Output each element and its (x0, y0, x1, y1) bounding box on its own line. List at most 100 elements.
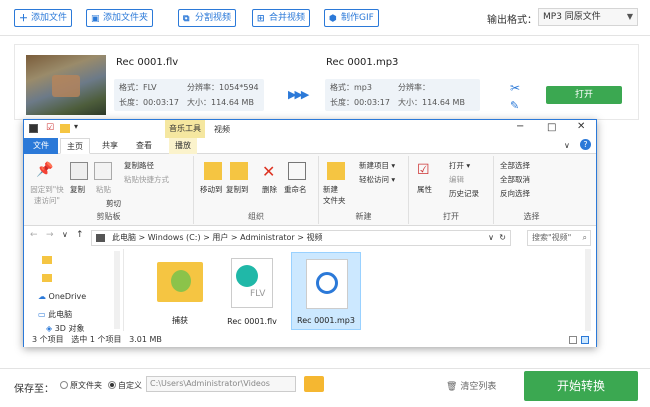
nav-onedrive[interactable]: ☁ OneDrive (38, 292, 86, 301)
target-file-name: Rec 0001.mp3 (326, 57, 399, 68)
open-group-label: 打开 (443, 212, 459, 221)
address-dropdown-icon[interactable]: ∨ (488, 231, 494, 245)
quick-access-dropdown-icon[interactable]: ▾ (74, 122, 78, 131)
output-format-select[interactable]: MP3 同原文件 ▼ (538, 8, 638, 26)
tab-home[interactable]: 主页 (60, 138, 90, 154)
radio-original-folder[interactable]: 原文件夹 (60, 380, 102, 391)
breadcrumb-this-pc[interactable]: 此电脑 (112, 233, 136, 242)
help-icon[interactable]: ? (580, 139, 591, 150)
details-view-icon[interactable] (569, 336, 577, 344)
open-dropdown[interactable]: 打开 ▾ (449, 160, 470, 171)
tab-view[interactable]: 查看 (130, 138, 158, 154)
content-scrollbar[interactable] (585, 249, 591, 331)
make-gif-label: 制作GIF (341, 13, 374, 23)
merge-video-button[interactable]: ⊞ 合并视频 (252, 9, 311, 27)
organize-group-label: 组织 (248, 212, 264, 221)
disc-icon (316, 272, 338, 294)
breadcrumb-videos[interactable]: 视频 (307, 233, 323, 242)
scissors-icon[interactable]: ✂ (510, 81, 524, 95)
clear-list-button[interactable]: 🗑 清空列表 (446, 379, 496, 392)
pin-to-quick-access[interactable]: 固定到"快 速访问" (27, 184, 67, 206)
rename-button[interactable]: 重命名 (284, 184, 307, 195)
nav-scrollbar[interactable] (114, 251, 120, 329)
recent-dropdown-icon[interactable]: ∨ (62, 230, 68, 239)
cut-button[interactable]: 剪切 (106, 198, 121, 209)
close-icon[interactable]: ✕ (577, 121, 585, 132)
new-folder-button[interactable]: 新建 文件夹 (323, 184, 346, 206)
select-group: 全部选择 全部取消 反向选择 选择 (494, 156, 569, 224)
tab-share[interactable]: 共享 (96, 138, 124, 154)
split-icon: ⧉ (183, 14, 190, 24)
start-convert-button[interactable]: 开始转换 (524, 371, 638, 401)
select-group-label: 选择 (523, 212, 540, 221)
copy-button[interactable]: 复制 (70, 184, 85, 195)
file-item-mp3[interactable]: Rec 0001.mp3 (291, 252, 361, 330)
copy-icon[interactable] (70, 162, 88, 180)
breadcrumb-users[interactable]: 用户 (212, 233, 228, 242)
minimize-icon[interactable]: − (516, 121, 524, 132)
tab-play[interactable]: 播放 (169, 138, 197, 154)
save-path-input[interactable]: C:\Users\Administrator\Videos (146, 376, 296, 392)
copy-path-button[interactable]: 复制路径 (124, 160, 154, 171)
edit-icon[interactable]: ✎ (510, 99, 524, 112)
properties-icon[interactable]: ☑ (417, 162, 435, 180)
nav-this-pc[interactable]: ▭ 此电脑 (38, 309, 72, 320)
explorer-app-icon (29, 124, 38, 133)
large-icons-view-icon[interactable] (581, 336, 589, 344)
selected-count: 选中 1 个项目 (71, 335, 122, 344)
paste-shortcut-button[interactable]: 粘贴快捷方式 (124, 174, 169, 185)
monitor-icon: ▭ (38, 310, 46, 319)
properties-button[interactable]: 属性 (417, 184, 432, 195)
rename-icon[interactable] (288, 162, 306, 180)
flv-file-icon: FLV (231, 258, 273, 308)
move-to-button[interactable]: 移动到 (200, 184, 223, 195)
edit-button[interactable]: 编辑 (449, 174, 464, 185)
radio-custom[interactable]: 自定义 (108, 380, 142, 391)
folder-icon[interactable] (60, 124, 70, 133)
delete-button[interactable]: 删除 (262, 184, 277, 195)
copy-to-icon[interactable] (230, 162, 248, 180)
original-folder-label: 原文件夹 (70, 381, 102, 390)
paste-button[interactable]: 粘贴 (96, 184, 111, 195)
breadcrumb-c-drive[interactable]: Windows (C:) (148, 233, 201, 242)
easy-access-button[interactable]: 轻松访问 ▾ (359, 174, 395, 185)
add-folder-button[interactable]: ▣ 添加文件夹 (86, 9, 154, 27)
folder-icon[interactable] (42, 256, 52, 264)
cube-icon: ◈ (46, 324, 53, 333)
forward-icon[interactable]: → (46, 230, 54, 240)
address-field[interactable]: 此电脑 > Windows (C:) > 用户 > Administrator … (91, 230, 511, 246)
up-icon[interactable]: ↑ (76, 230, 84, 240)
explorer-window: ☑ ▾ 音乐工具 视频 − □ ✕ 文件 主页 共享 查看 播放 ∨ ? 📌 固… (23, 119, 597, 347)
select-none-button[interactable]: 全部取消 (500, 174, 530, 185)
split-video-button[interactable]: ⧉ 分割视频 (178, 9, 237, 27)
folder-icon[interactable] (42, 274, 52, 282)
refresh-icon[interactable]: ↻ (499, 231, 506, 245)
search-input[interactable]: 搜索"视频" ⌕ (527, 230, 591, 246)
pin-icon[interactable]: 📌 (36, 162, 54, 180)
open-button[interactable]: 打开 (546, 86, 622, 104)
tab-file[interactable]: 文件 (24, 138, 58, 154)
delete-icon[interactable]: ✕ (262, 162, 280, 181)
select-all-button[interactable]: 全部选择 (500, 160, 530, 171)
split-video-label: 分割视频 (195, 13, 232, 23)
move-to-icon[interactable] (204, 162, 222, 180)
invert-selection-button[interactable]: 反向选择 (500, 188, 530, 199)
explorer-titlebar: ☑ ▾ 音乐工具 视频 − □ ✕ (24, 120, 596, 138)
make-gif-button[interactable]: ⬢ 制作GIF (324, 9, 379, 27)
source-format: FLV (143, 83, 157, 92)
file-item-folder[interactable]: 捕获 (145, 252, 215, 330)
new-folder-icon[interactable] (327, 162, 345, 180)
new-item-button[interactable]: 新建项目 ▾ (359, 160, 395, 171)
add-file-button[interactable]: ＋添加文件 (14, 9, 73, 27)
paste-icon[interactable] (94, 162, 112, 180)
file-item-flv[interactable]: FLV Rec 0001.flv (217, 252, 287, 330)
back-icon[interactable]: ← (30, 230, 38, 240)
collapse-ribbon-icon[interactable]: ∨ (564, 141, 570, 150)
checkbox-icon[interactable]: ☑ (46, 123, 54, 133)
breadcrumb-administrator[interactable]: Administrator (240, 233, 295, 242)
music-tools-tab[interactable]: 音乐工具 (165, 120, 205, 138)
browse-folder-icon[interactable] (304, 376, 324, 392)
maximize-icon[interactable]: □ (547, 122, 556, 133)
history-button[interactable]: 历史记录 (449, 188, 479, 199)
copy-to-button[interactable]: 复制到 (226, 184, 249, 195)
